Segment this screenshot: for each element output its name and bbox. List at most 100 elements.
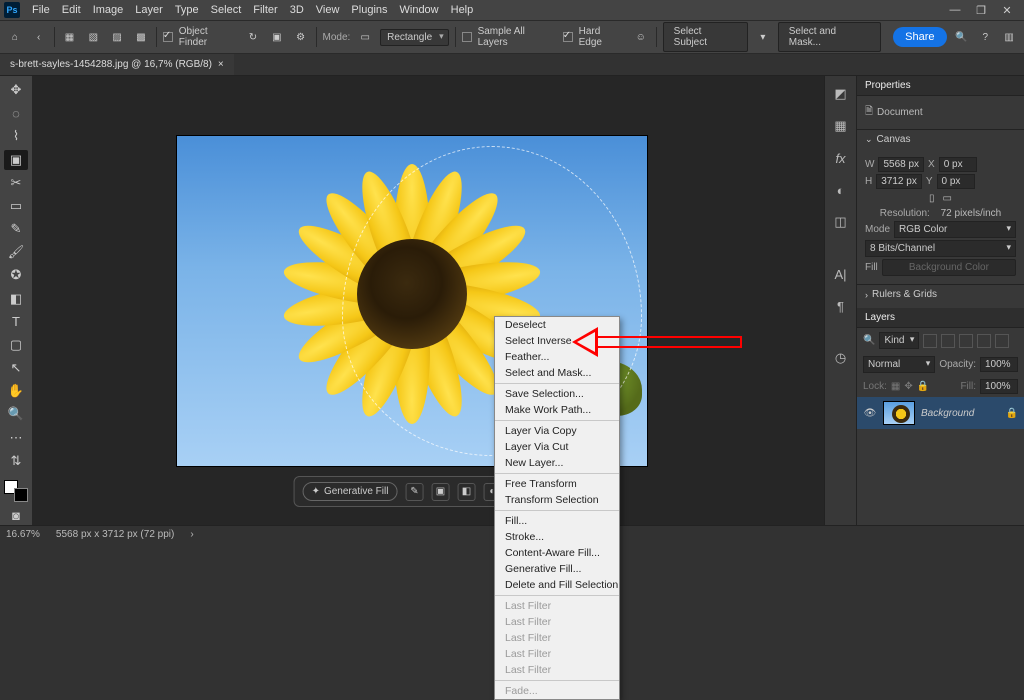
- rail-character-icon[interactable]: A|: [831, 264, 851, 284]
- status-chevron-icon[interactable]: ›: [190, 529, 193, 540]
- select-subject-button[interactable]: Select Subject: [663, 22, 748, 52]
- quick-mask-icon[interactable]: ◙: [4, 505, 28, 525]
- selection-mode-new-icon[interactable]: ▦: [61, 28, 79, 46]
- crop-tool-icon[interactable]: ✂: [4, 173, 28, 193]
- menu-filter[interactable]: Filter: [247, 4, 283, 16]
- ctx-adjust-icon[interactable]: ◧: [457, 483, 475, 501]
- width-field[interactable]: 5568 px: [878, 157, 924, 172]
- ctxmenu-fill[interactable]: Fill...: [495, 513, 619, 529]
- bitdepth-dropdown[interactable]: 8 Bits/Channel: [865, 240, 1016, 257]
- portrait-icon[interactable]: ▯: [929, 193, 935, 204]
- filter-adjust-icon[interactable]: [941, 334, 955, 348]
- mode-dropdown[interactable]: Rectangle: [380, 29, 449, 46]
- ctxmenu-transform-selection[interactable]: Transform Selection: [495, 492, 619, 508]
- selection-mode-intersect-icon[interactable]: ▩: [132, 28, 150, 46]
- window-minimize[interactable]: —: [942, 4, 968, 16]
- rail-history-icon[interactable]: ◷: [831, 348, 851, 368]
- menu-3d[interactable]: 3D: [284, 4, 310, 16]
- object-finder-toggle[interactable]: Object Finder: [163, 26, 238, 48]
- select-subject-dropdown-icon[interactable]: ▾: [754, 28, 772, 46]
- ctxmenu-delete-and-fill[interactable]: Delete and Fill Selection: [495, 577, 619, 593]
- zoom-tool-icon[interactable]: 🔍: [4, 404, 28, 424]
- visibility-icon[interactable]: 👁: [863, 408, 877, 419]
- mode-icon[interactable]: ▭: [356, 28, 374, 46]
- share-button[interactable]: Share: [893, 27, 946, 47]
- ctxmenu-make-work-path[interactable]: Make Work Path...: [495, 402, 619, 418]
- ctxmenu-layer-via-copy[interactable]: Layer Via Copy: [495, 423, 619, 439]
- feedback-icon[interactable]: ☺: [632, 28, 650, 46]
- path-tool-icon[interactable]: ↖: [4, 358, 28, 378]
- chevron-left-icon[interactable]: ‹: [30, 28, 48, 46]
- height-field[interactable]: 3712 px: [876, 174, 922, 189]
- selection-mode-subtract-icon[interactable]: ▨: [108, 28, 126, 46]
- layer-thumbnail[interactable]: [883, 401, 915, 425]
- hard-edge-toggle[interactable]: Hard Edge: [563, 26, 626, 48]
- marquee-tool-icon[interactable]: ◌: [4, 103, 28, 123]
- lock-position-icon[interactable]: ✥: [904, 381, 912, 392]
- sample-all-layers-toggle[interactable]: Sample All Layers: [462, 26, 557, 48]
- close-tab-icon[interactable]: ×: [218, 59, 224, 70]
- ctx-brush-icon[interactable]: ✎: [405, 483, 423, 501]
- rail-fx-icon[interactable]: fx: [831, 148, 851, 168]
- menu-view[interactable]: View: [310, 4, 346, 16]
- workspace-icon[interactable]: ▥: [1000, 28, 1018, 46]
- help-icon[interactable]: ?: [976, 28, 994, 46]
- ctxmenu-generative-fill[interactable]: Generative Fill...: [495, 561, 619, 577]
- properties-panel-tab[interactable]: Properties: [857, 76, 1024, 96]
- layers-filter-icon[interactable]: 🔍: [863, 335, 875, 346]
- refresh-icon[interactable]: ↻: [244, 28, 262, 46]
- menu-window[interactable]: Window: [394, 4, 445, 16]
- brush-tool-icon[interactable]: 🖌: [4, 242, 28, 262]
- ctxmenu-free-transform[interactable]: Free Transform: [495, 476, 619, 492]
- rail-swatches-icon[interactable]: ▦: [831, 116, 851, 136]
- canvas-area[interactable]: ✦Generative Fill ✎ ▣ ◧ ◐ ⤢ ⋯ Deselect Se…: [32, 76, 824, 525]
- layers-kind-dropdown[interactable]: Kind: [879, 332, 919, 349]
- window-close[interactable]: ✕: [994, 4, 1020, 17]
- rail-color-icon[interactable]: ◩: [831, 84, 851, 104]
- canvas-section[interactable]: ⌄Canvas: [857, 129, 1024, 149]
- overlay-icon[interactable]: ▣: [268, 28, 286, 46]
- zoom-level[interactable]: 16.67%: [6, 529, 40, 540]
- rail-libraries-icon[interactable]: ◫: [831, 212, 851, 232]
- move-tool-icon[interactable]: ✥: [4, 80, 28, 100]
- lock-icon[interactable]: 🔒: [1006, 408, 1018, 419]
- eyedropper-tool-icon[interactable]: ✎: [4, 219, 28, 239]
- frame-tool-icon[interactable]: ▭: [4, 196, 28, 216]
- lock-pixels-icon[interactable]: ▦: [891, 381, 900, 392]
- eraser-tool-icon[interactable]: ◧: [4, 289, 28, 309]
- generative-fill-button[interactable]: ✦Generative Fill: [303, 482, 398, 501]
- filter-smart-icon[interactable]: [995, 334, 1009, 348]
- more-tools-icon[interactable]: ⋯: [4, 428, 28, 448]
- ctx-remove-icon[interactable]: ▣: [431, 483, 449, 501]
- clone-stamp-tool-icon[interactable]: ✪: [4, 265, 28, 285]
- filter-type-icon[interactable]: [959, 334, 973, 348]
- rail-adjustments-icon[interactable]: ◐: [831, 180, 851, 200]
- edit-toolbar-icon[interactable]: ⇅: [4, 451, 28, 471]
- document-dimensions[interactable]: 5568 px x 3712 px (72 ppi): [56, 529, 174, 540]
- shape-tool-icon[interactable]: ▢: [4, 335, 28, 355]
- ctxmenu-select-and-mask[interactable]: Select and Mask...: [495, 365, 619, 381]
- gear-icon[interactable]: ⚙: [292, 28, 310, 46]
- color-swatches[interactable]: [4, 480, 28, 502]
- menu-type[interactable]: Type: [169, 4, 205, 16]
- lock-all-icon[interactable]: 🔒: [917, 381, 929, 392]
- filter-pixel-icon[interactable]: [923, 334, 937, 348]
- ctxmenu-new-layer[interactable]: New Layer...: [495, 455, 619, 471]
- select-and-mask-button[interactable]: Select and Mask...: [778, 22, 881, 52]
- colormode-dropdown[interactable]: RGB Color: [894, 221, 1016, 238]
- lasso-tool-icon[interactable]: ⌇: [4, 126, 28, 146]
- rail-paragraph-icon[interactable]: ¶: [831, 296, 851, 316]
- ctxmenu-save-selection[interactable]: Save Selection...: [495, 386, 619, 402]
- window-restore[interactable]: ❐: [968, 4, 994, 17]
- hand-tool-icon[interactable]: ✋: [4, 381, 28, 401]
- search-icon[interactable]: 🔍: [953, 28, 971, 46]
- menu-plugins[interactable]: Plugins: [345, 4, 393, 16]
- layers-panel-tab[interactable]: Layers: [857, 308, 1024, 328]
- layer-name[interactable]: Background: [921, 408, 974, 419]
- menu-edit[interactable]: Edit: [56, 4, 87, 16]
- object-selection-tool-icon[interactable]: ▣: [4, 150, 28, 170]
- menu-help[interactable]: Help: [445, 4, 480, 16]
- landscape-icon[interactable]: ▭: [943, 193, 952, 204]
- rulers-section[interactable]: ›Rulers & Grids: [857, 284, 1024, 304]
- menu-layer[interactable]: Layer: [129, 4, 169, 16]
